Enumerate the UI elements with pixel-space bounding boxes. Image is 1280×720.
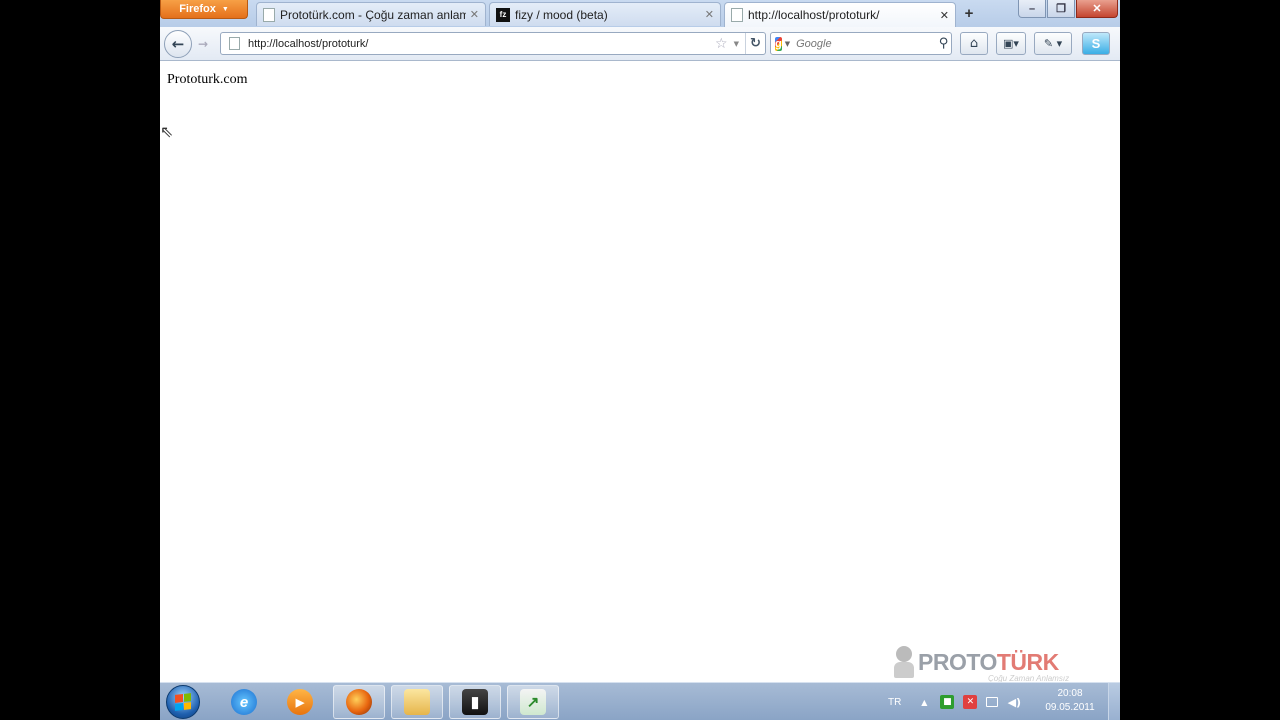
url-input[interactable]: [248, 37, 716, 50]
action-center-icon[interactable]: ✕: [963, 695, 978, 709]
tab-prototurk[interactable]: Prototürk.com - Çoğu zaman anlams... ✕: [256, 2, 486, 26]
skype-button[interactable]: S: [1082, 32, 1110, 55]
explorer-taskbar-button[interactable]: [391, 685, 443, 719]
volume-icon[interactable]: ◀): [1007, 695, 1022, 709]
navigation-bar: ← → ☆ ▼ ↻ g ▼ ⚲ ⌂ ▣▾ ✎ ▾ S: [160, 27, 1120, 61]
window-controls: – ❐ ✕: [1018, 0, 1118, 18]
prototurk-watermark: PROTOTÜRK Çoğu Zaman Anlamsız: [892, 644, 1069, 683]
spreadsheet-icon: ↗: [520, 689, 546, 715]
show-desktop-button[interactable]: [1108, 683, 1120, 720]
back-button[interactable]: ←: [164, 30, 192, 58]
addon-icon: ✎ ▾: [1043, 37, 1063, 50]
chevron-down-icon[interactable]: ▼: [785, 40, 790, 48]
search-input[interactable]: [796, 37, 940, 50]
clock-date: 09.05.2011: [1045, 702, 1095, 713]
screen: Firefox ▼ Prototürk.com - Çoğu zaman anl…: [160, 0, 1120, 720]
camera-icon: ▮: [462, 689, 488, 715]
extension-button[interactable]: ▣▾: [996, 32, 1026, 55]
google-icon[interactable]: g: [775, 36, 782, 51]
taskbar: e ▶ ▮ ↗ TR ▲ ■ ✕ ◀) 20:08 09.05.2011: [160, 682, 1120, 720]
minimize-button[interactable]: –: [1018, 0, 1046, 18]
network-icon[interactable]: [986, 697, 999, 707]
watermark-logo: PROTOTÜRK: [918, 648, 1059, 675]
firefox-taskbar-button[interactable]: [333, 685, 385, 719]
ie-icon: e: [231, 689, 257, 715]
tab-localhost[interactable]: http://localhost/prototurk/ ✕: [724, 2, 956, 27]
windows-logo-icon: [175, 693, 191, 711]
arrow-right-icon: →: [197, 37, 209, 51]
close-icon[interactable]: ✕: [940, 9, 949, 22]
new-tab-button[interactable]: +: [960, 4, 978, 22]
system-tray: TR ▲ ■ ✕ ◀): [888, 683, 1030, 720]
search-bar: g ▼ ⚲: [770, 32, 952, 55]
tray-app-icon[interactable]: ■: [940, 695, 955, 709]
fizy-icon: fz: [496, 7, 510, 22]
tab-title: http://localhost/prototurk/: [748, 8, 880, 22]
url-bar: ☆ ▼ ↻: [220, 32, 766, 55]
show-hidden-icons-icon[interactable]: ▲: [917, 695, 931, 709]
firefox-menu-label: Firefox: [179, 3, 216, 15]
search-icon[interactable]: ⚲: [939, 36, 949, 51]
bookmark-star-icon[interactable]: ☆: [715, 36, 728, 52]
forward-button[interactable]: →: [193, 35, 213, 53]
tab-fizy[interactable]: fz fizy / mood (beta) ✕: [489, 2, 721, 26]
ie-taskbar-button[interactable]: e: [218, 685, 270, 719]
page-icon: [263, 7, 275, 22]
firefox-menu-button[interactable]: Firefox ▼: [160, 0, 248, 19]
close-icon[interactable]: ✕: [705, 8, 714, 21]
extension-icon: ▣▾: [1003, 37, 1019, 50]
home-icon: ⌂: [969, 36, 979, 51]
home-button[interactable]: ⌂: [960, 32, 988, 55]
page-text: Prototurk.com: [167, 72, 248, 87]
tab-title: fizy / mood (beta): [515, 7, 608, 22]
maximize-button[interactable]: ❐: [1047, 0, 1075, 18]
page-icon: [229, 37, 240, 50]
reload-button[interactable]: ↻: [745, 33, 765, 54]
start-button[interactable]: [166, 685, 200, 719]
caret-down-icon: ▼: [221, 5, 229, 13]
page-content: Prototurk.com ⇖ PROTOTÜRK Çoğu Zaman Anl…: [160, 62, 1120, 683]
addon-button[interactable]: ✎ ▾: [1034, 32, 1072, 55]
spreadsheet-taskbar-button[interactable]: ↗: [507, 685, 559, 719]
close-window-button[interactable]: ✕: [1076, 0, 1118, 18]
close-icon[interactable]: ✕: [470, 8, 479, 21]
media-player-icon: ▶: [287, 689, 313, 715]
title-bar: Firefox ▼ Prototürk.com - Çoğu zaman anl…: [160, 0, 1120, 27]
skype-icon: S: [1091, 36, 1101, 51]
language-indicator[interactable]: TR: [888, 697, 901, 708]
clock[interactable]: 20:08 09.05.2011: [1044, 687, 1096, 715]
chevron-down-icon[interactable]: ▼: [734, 40, 739, 48]
arrow-left-icon: ←: [171, 35, 185, 53]
mouse-cursor-icon: ⇖: [160, 122, 174, 141]
reload-icon: ↻: [750, 36, 761, 51]
page-icon: [731, 8, 743, 22]
clock-time: 20:08: [1057, 688, 1083, 699]
folder-icon: [404, 689, 430, 715]
media-player-taskbar-button[interactable]: ▶: [274, 685, 326, 719]
tab-title: Prototürk.com - Çoğu zaman anlams...: [280, 7, 466, 22]
camera-taskbar-button[interactable]: ▮: [449, 685, 501, 719]
mascot-icon: [892, 644, 916, 680]
firefox-icon: [346, 689, 372, 715]
